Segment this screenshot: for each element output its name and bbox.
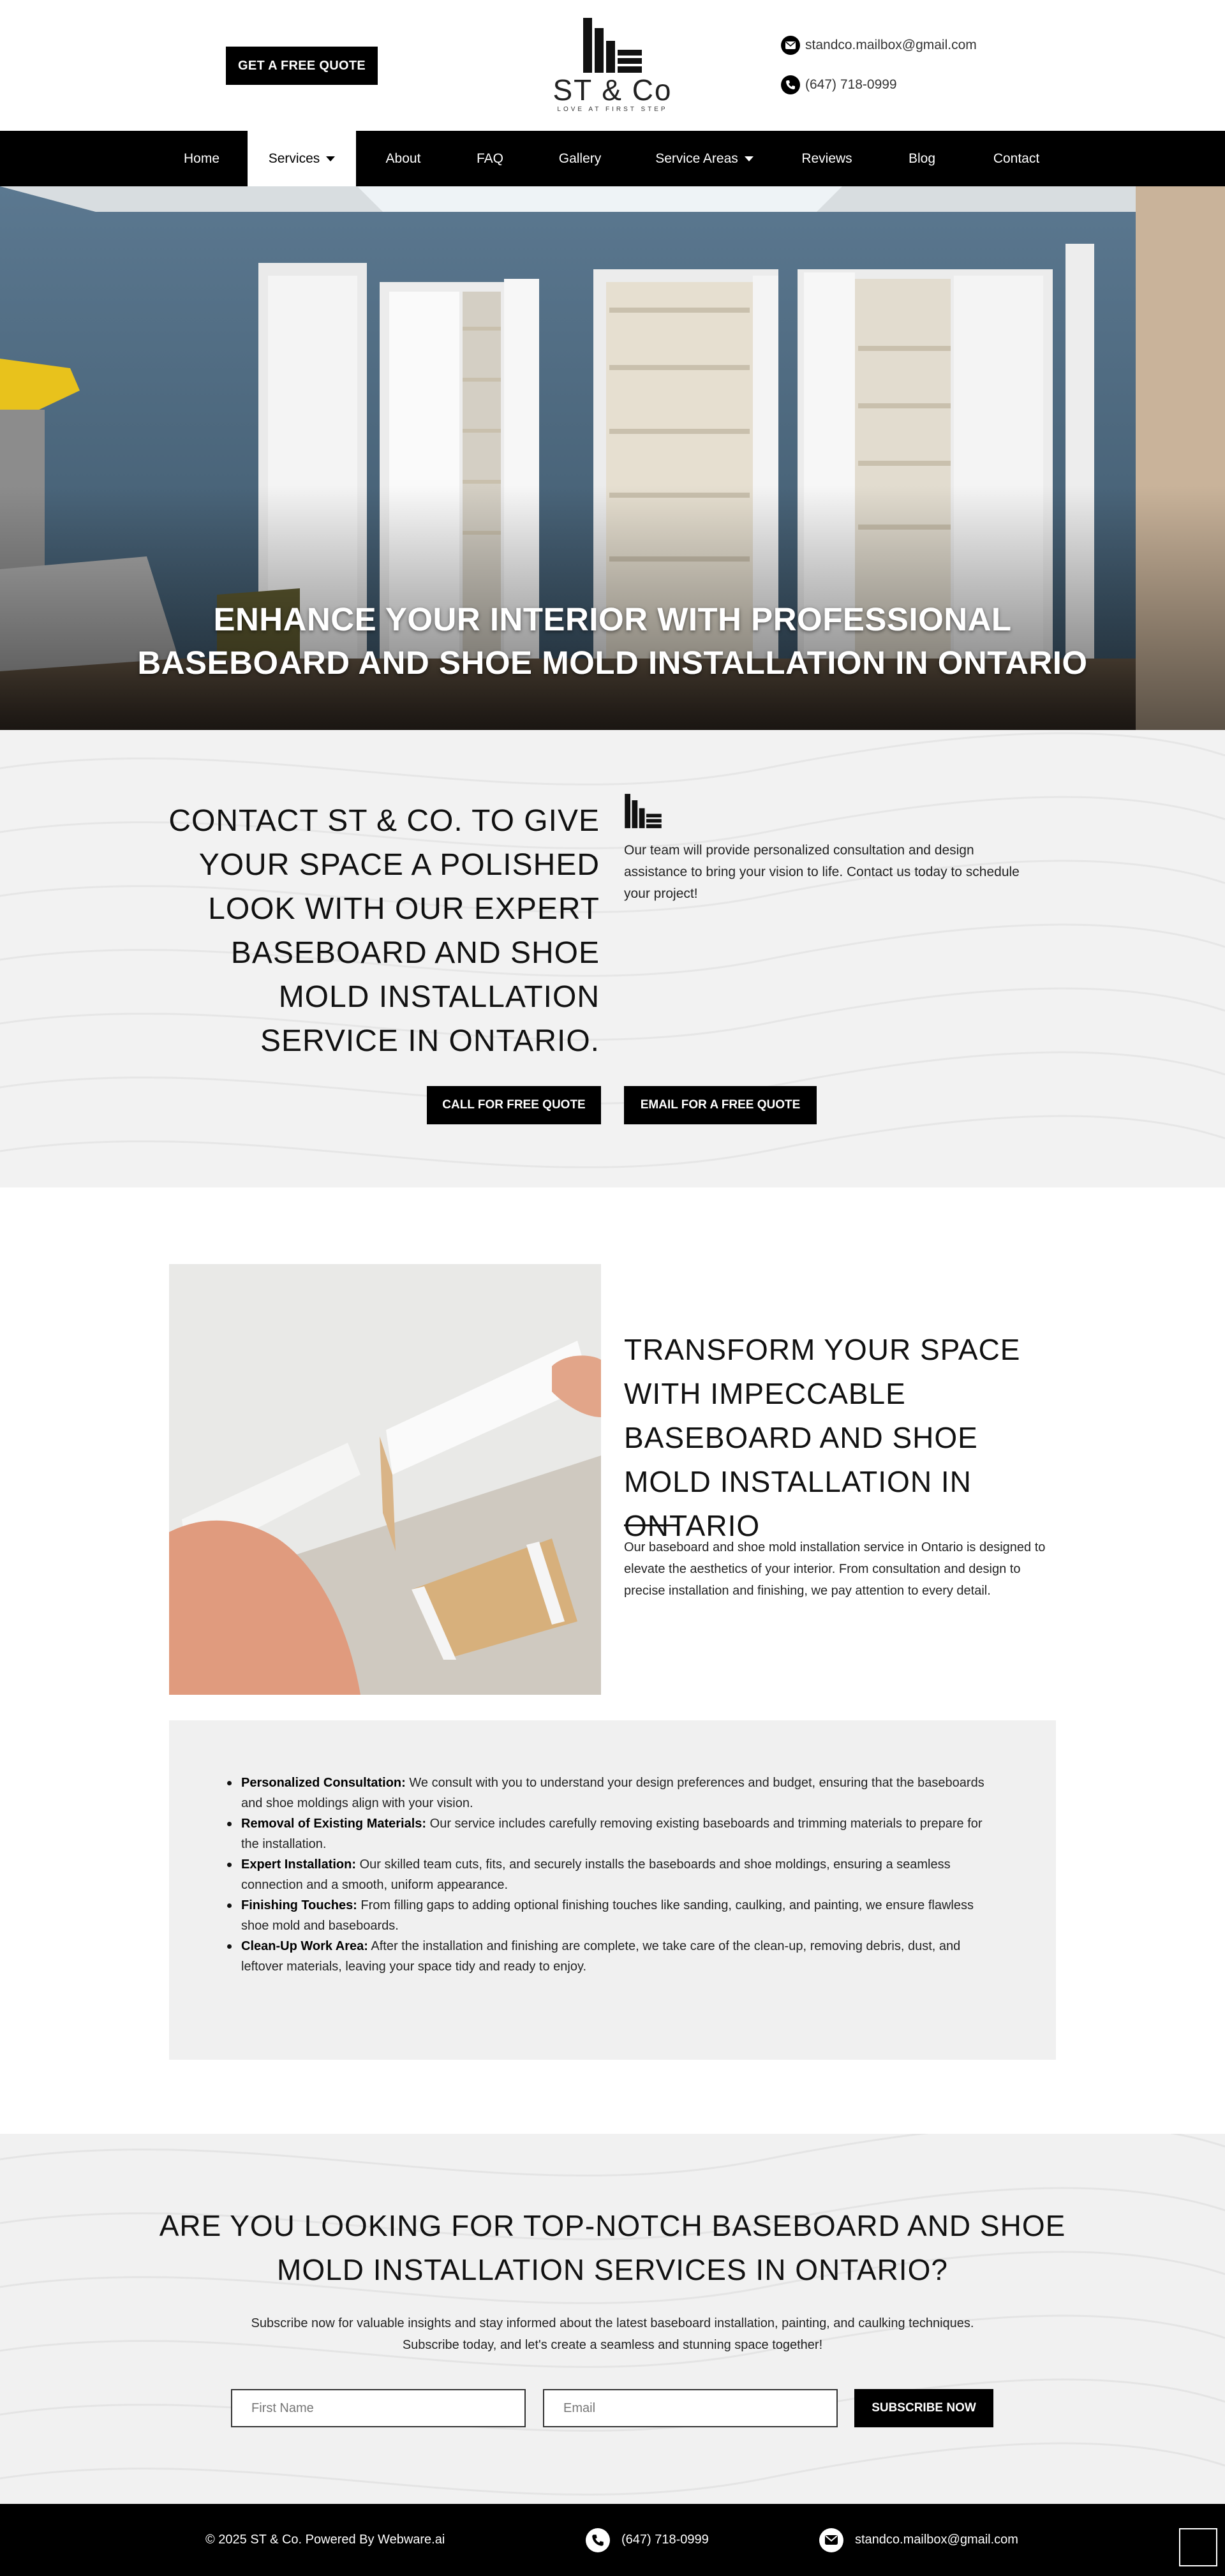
email-for-free-quote-button[interactable]: EMAIL FOR A FREE QUOTE [624,1086,817,1124]
footer-email-link[interactable]: standco.mailbox@gmail.com [819,2504,1018,2576]
list-item: Finishing Touches: From filling gaps to … [227,1895,992,1936]
site-header: GET A FREE QUOTE ST & Co LOVE AT FIRST S… [0,0,1225,131]
main-nav: Home Services About FAQ Gallery Service … [0,131,1225,186]
footer-email: standco.mailbox@gmail.com [855,2533,1018,2547]
first-name-input[interactable] [231,2389,526,2427]
nav-item-home[interactable]: Home [171,131,232,186]
nav-item-service-areas[interactable]: Service Areas [644,131,764,186]
call-for-free-quote-button[interactable]: CALL FOR FREE QUOTE [427,1086,601,1124]
logo-tagline: LOVE AT FIRST STEP [557,106,668,113]
nav-item-gallery[interactable]: Gallery [546,131,614,186]
logo-name: ST & Co [553,73,672,107]
subscribe-button[interactable]: SUBSCRIBE NOW [854,2389,993,2427]
header-email: standco.mailbox@gmail.com [805,38,977,52]
subscribe-heading-line-2: MOLD INSTALLATION SERVICES IN ONTARIO? [277,2253,948,2286]
footer-phone-link[interactable]: (647) 718-0999 [586,2504,709,2576]
contact-section: CONTACT ST & CO. TO GIVE YOUR SPACE A PO… [0,730,1225,1187]
phone-icon [586,2528,610,2552]
site-footer: © 2025 ST & Co. Powered By Webware.ai (6… [0,2504,1225,2576]
baseboard-installation-photo [169,1264,601,1695]
subscribe-description: Subscribe now for valuable insights and … [166,2312,1059,2356]
feature-title: Removal of Existing Materials: [241,1817,427,1831]
features-box: Personalized Consultation: We consult wi… [169,1720,1056,2060]
nav-item-reviews[interactable]: Reviews [791,131,863,186]
subscribe-section: ARE YOU LOOKING FOR TOP-NOTCH BASEBOARD … [0,2134,1225,2504]
contact-description: Our team will provide personalized consu… [624,843,1020,901]
nav-item-services-label: Services [268,151,320,166]
header-phone: (647) 718-0999 [805,77,897,92]
get-free-quote-button[interactable]: GET A FREE QUOTE [226,47,378,85]
list-item: Clean-Up Work Area: After the installati… [227,1936,992,1977]
nav-item-contact[interactable]: Contact [983,131,1050,186]
nav-item-services[interactable]: Services [248,131,356,186]
envelope-icon [819,2528,843,2552]
hero-title: ENHANCE YOUR INTERIOR WITH PROFESSIONAL … [0,598,1225,685]
site-logo[interactable]: ST & Co LOVE AT FIRST STEP [546,18,679,113]
phone-icon [781,75,800,94]
features-list: Personalized Consultation: We consult wi… [227,1773,992,1977]
chevron-down-icon [744,156,754,161]
transform-section: TRANSFORM YOUR SPACE WITH IMPECCABLE BAS… [0,1187,1225,2134]
subscribe-text-line-2: Subscribe today, and let's create a seam… [402,2338,823,2352]
nav-item-blog[interactable]: Blog [893,131,951,186]
footer-phone: (647) 718-0999 [621,2533,709,2547]
logo-mark-icon [625,794,662,828]
transform-heading: TRANSFORM YOUR SPACE WITH IMPECCABLE BAS… [624,1333,1021,1542]
envelope-icon [781,36,800,55]
subscribe-heading-line-1: ARE YOU LOOKING FOR TOP-NOTCH BASEBOARD … [159,2209,1066,2242]
subscribe-heading: ARE YOU LOOKING FOR TOP-NOTCH BASEBOARD … [0,2204,1225,2292]
feature-title: Finishing Touches: [241,1898,357,1912]
header-email-link[interactable]: standco.mailbox@gmail.com [781,35,977,56]
contact-heading: CONTACT ST & CO. TO GIVE YOUR SPACE A PO… [168,804,600,1058]
hero-banner: ENHANCE YOUR INTERIOR WITH PROFESSIONAL … [0,186,1225,730]
footer-copyright: © 2025 ST & Co. Powered By Webware.ai [205,2533,445,2547]
email-input[interactable] [543,2389,838,2427]
nav-item-service-areas-label: Service Areas [655,151,738,166]
hero-title-line-2: BASEBOARD AND SHOE MOLD INSTALLATION IN … [137,644,1088,681]
nav-item-about[interactable]: About [370,131,436,186]
feature-title: Clean-Up Work Area: [241,1939,368,1953]
heading-divider [624,1524,679,1526]
hero-title-line-1: ENHANCE YOUR INTERIOR WITH PROFESSIONAL [213,601,1012,637]
scroll-to-top-button[interactable] [1179,2528,1217,2566]
list-item: Personalized Consultation: We consult wi… [227,1773,992,1813]
list-item: Removal of Existing Materials: Our servi… [227,1813,992,1854]
header-phone-link[interactable]: (647) 718-0999 [781,75,977,95]
nav-item-faq[interactable]: FAQ [463,131,517,186]
logo-mark-icon [583,18,642,73]
feature-title: Personalized Consultation: [241,1776,406,1790]
subscribe-text-line-1: Subscribe now for valuable insights and … [251,2316,974,2330]
transform-description: Our baseboard and shoe mold installation… [624,1540,1046,1598]
chevron-down-icon [326,156,336,161]
list-item: Expert Installation: Our skilled team cu… [227,1854,992,1895]
feature-title: Expert Installation: [241,1858,357,1872]
header-contact: standco.mailbox@gmail.com (647) 718-0999 [781,35,977,114]
